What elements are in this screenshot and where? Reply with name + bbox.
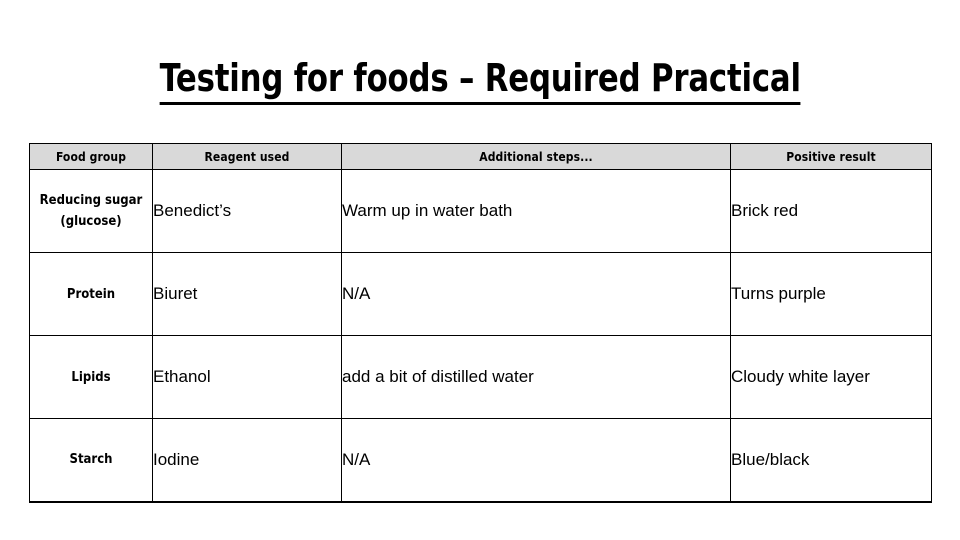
food-tests-table: Food group Reagent used Additional steps… (29, 143, 932, 503)
cell-reagent: Benedict’s (152, 169, 342, 253)
cell-steps: N/A (341, 418, 731, 503)
cell-food-group: Starch (29, 418, 153, 503)
cell-steps: Warm up in water bath (341, 169, 731, 253)
table-body: Reducing sugar (glucose) Benedict’s Warm… (29, 169, 932, 503)
cell-result: Cloudy white layer (730, 335, 932, 419)
table-row: Protein Biuret N/A Turns purple (29, 252, 932, 336)
column-header-food-group: Food group (29, 143, 153, 170)
cell-result: Turns purple (730, 252, 932, 336)
table-row: Reducing sugar (glucose) Benedict’s Warm… (29, 169, 932, 253)
cell-steps: add a bit of distilled water (341, 335, 731, 419)
table-row: Lipids Ethanol add a bit of distilled wa… (29, 335, 932, 419)
cell-reagent: Iodine (152, 418, 342, 503)
table-header: Food group Reagent used Additional steps… (29, 143, 932, 170)
cell-reagent: Ethanol (152, 335, 342, 419)
page-title: Testing for foods – Required Practical (0, 56, 960, 105)
table-row: Starch Iodine N/A Blue/black (29, 418, 932, 503)
cell-food-group: Protein (29, 252, 153, 336)
cell-steps: N/A (341, 252, 731, 336)
column-header-reagent: Reagent used (152, 143, 342, 170)
table-header-row: Food group Reagent used Additional steps… (29, 143, 932, 170)
cell-food-group: Lipids (29, 335, 153, 419)
column-header-result: Positive result (730, 143, 932, 170)
cell-food-group: Reducing sugar (glucose) (29, 169, 153, 253)
column-header-steps: Additional steps... (341, 143, 731, 170)
cell-result: Brick red (730, 169, 932, 253)
cell-result: Blue/black (730, 418, 932, 503)
page-title-text: Testing for foods – Required Practical (159, 56, 801, 105)
cell-reagent: Biuret (152, 252, 342, 336)
